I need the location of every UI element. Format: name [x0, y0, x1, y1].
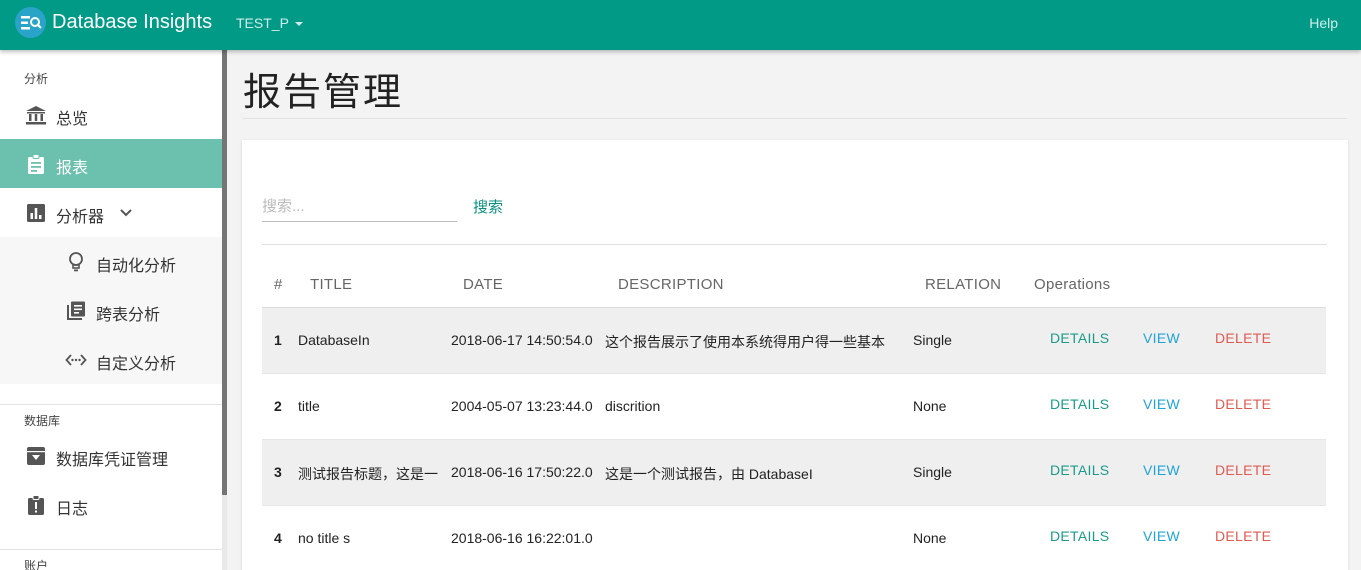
app-logo-icon[interactable] [15, 7, 46, 38]
sidebar-item-label: 数据库凭证管理 [56, 452, 169, 469]
settings-ethernet-icon [65, 349, 87, 371]
delete-button[interactable]: DELETE [1215, 396, 1271, 412]
row-description: 这是一个测试报告，由 DatabaseI [605, 466, 813, 482]
section-label-account: 账户 [24, 559, 49, 570]
help-link[interactable]: Help [1309, 15, 1338, 31]
database-selector-label: TEST_P [236, 15, 289, 31]
sidebar-subitem-label: 自动化分析 [96, 258, 177, 275]
delete-button[interactable]: DELETE [1215, 330, 1271, 346]
table-row[interactable]: 3 测试报告标题，这是一 2018-06-16 17:50:22.0 这是一个测… [262, 440, 1326, 506]
column-header-index: # [274, 276, 283, 293]
row-description: discrition [605, 398, 661, 414]
column-header-description[interactable]: DESCRIPTION [618, 276, 724, 293]
database-selector[interactable]: TEST_P [236, 15, 303, 31]
sidebar-item-reports[interactable]: 报表 [0, 139, 222, 188]
sidebar-item-label: 总览 [56, 111, 89, 128]
section-label-analysis: 分析 [24, 72, 49, 86]
view-button[interactable]: VIEW [1143, 396, 1180, 412]
library-books-icon [65, 300, 87, 322]
row-date: 2018-06-16 17:50:22.0 [451, 464, 593, 480]
row-title: title [298, 398, 320, 414]
column-header-date[interactable]: DATE [463, 276, 503, 293]
view-button[interactable]: VIEW [1143, 330, 1180, 346]
sidebar-subitem-label: 跨表分析 [96, 307, 161, 324]
details-button[interactable]: DETAILS [1050, 462, 1109, 478]
lightbulb-icon [65, 251, 87, 273]
sidebar-subitem-auto-analysis[interactable]: 自动化分析 [0, 237, 222, 286]
search-button[interactable]: 搜索 [473, 196, 503, 217]
sidebar-item-logs[interactable]: 日志 [0, 480, 222, 529]
page-title: 报告管理 [243, 70, 404, 114]
clipboard-icon [25, 153, 47, 175]
row-index: 2 [274, 398, 282, 414]
sidebar-item-db-credentials[interactable]: 数据库凭证管理 [0, 431, 222, 480]
sidebar-subitem-cross-table-analysis[interactable]: 跨表分析 [0, 286, 222, 335]
column-header-relation[interactable]: RELATION [925, 276, 1001, 293]
delete-button[interactable]: DELETE [1215, 528, 1271, 544]
search-input[interactable] [262, 192, 457, 222]
row-index: 1 [274, 332, 282, 348]
sidebar-item-label: 报表 [56, 160, 89, 177]
row-description: 这个报告展示了使用本系统得用户得一些基本 [605, 334, 885, 350]
view-button[interactable]: VIEW [1143, 528, 1180, 544]
column-header-operations: Operations [1034, 276, 1111, 293]
card-divider [262, 244, 1327, 245]
bar-chart-icon [25, 202, 47, 224]
column-header-title[interactable]: TITLE [310, 276, 352, 293]
details-button[interactable]: DETAILS [1050, 330, 1109, 346]
bank-icon [25, 104, 47, 126]
sidebar-scrollbar-thumb[interactable] [222, 50, 227, 495]
delete-button[interactable]: DELETE [1215, 462, 1271, 478]
title-divider [243, 118, 1347, 119]
table-row[interactable]: 2 title 2004-05-07 13:23:44.0 discrition… [262, 374, 1326, 440]
archive-icon [25, 445, 47, 467]
sidebar-subitem-label: 自定义分析 [96, 356, 177, 373]
report-icon [25, 494, 47, 516]
sidebar: 分析 总览 报表 分析器 自动化分析 跨表分析 自定义分析 数据库 数据库凭证管… [0, 50, 222, 570]
view-button[interactable]: VIEW [1143, 462, 1180, 478]
reports-card: 搜索 # TITLE DATE DESCRIPTION RELATION Ope… [242, 140, 1348, 570]
table-row[interactable]: 4 no title s 2018-06-16 16:22:01.0 None … [262, 506, 1326, 570]
row-date: 2004-05-07 13:23:44.0 [451, 398, 593, 414]
analyzer-submenu: 自动化分析 跨表分析 自定义分析 [0, 237, 222, 384]
row-index: 4 [274, 530, 282, 546]
row-title: DatabaseIn [298, 332, 370, 348]
chevron-down-icon[interactable] [119, 205, 133, 223]
details-button[interactable]: DETAILS [1050, 528, 1109, 544]
table-row[interactable]: 1 DatabaseIn 2018-06-17 14:50:54.0 这个报告展… [262, 308, 1326, 374]
row-date: 2018-06-16 16:22:01.0 [451, 530, 593, 546]
row-title: 测试报告标题，这是一 [298, 466, 438, 482]
top-app-bar: Database Insights TEST_P Help [0, 0, 1361, 50]
row-relation: Single [913, 332, 952, 348]
sidebar-subitem-custom-analysis[interactable]: 自定义分析 [0, 335, 222, 384]
section-label-database: 数据库 [24, 414, 61, 428]
sidebar-item-label: 分析器 [56, 209, 105, 226]
row-relation: None [913, 530, 947, 546]
sidebar-scrollbar-track[interactable] [222, 495, 227, 570]
app-title[interactable]: Database Insights [52, 11, 212, 34]
row-relation: Single [913, 464, 952, 480]
sidebar-divider [0, 549, 222, 550]
caret-down-icon [294, 21, 303, 26]
row-index: 3 [274, 464, 282, 480]
row-title: no title s [298, 530, 351, 546]
sidebar-item-overview[interactable]: 总览 [0, 90, 222, 139]
row-date: 2018-06-17 14:50:54.0 [451, 332, 593, 348]
row-relation: None [913, 398, 947, 414]
sidebar-divider [0, 404, 222, 405]
details-button[interactable]: DETAILS [1050, 396, 1109, 412]
sidebar-item-analyzer[interactable]: 分析器 [0, 188, 222, 237]
sidebar-item-label: 日志 [56, 501, 89, 518]
